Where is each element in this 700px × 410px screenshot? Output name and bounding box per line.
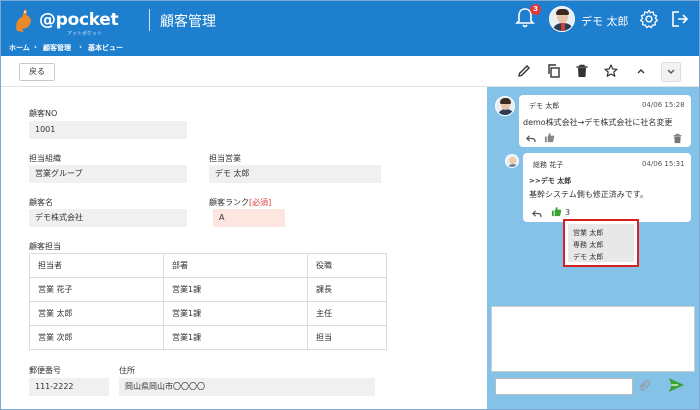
breadcrumb-separator: › [79, 43, 82, 51]
message-author-avatar [505, 154, 519, 168]
edit-pencil-icon[interactable] [516, 63, 532, 79]
customer-no-field[interactable]: 1001 [29, 121, 187, 139]
chevron-down-icon [667, 69, 675, 74]
send-icon[interactable] [667, 376, 685, 394]
breadcrumb-current: 基本ビュー [88, 44, 123, 52]
attach-paperclip-icon[interactable] [637, 379, 651, 393]
postal-field[interactable]: 111-2222 [29, 378, 109, 396]
delete-message-icon[interactable] [672, 133, 683, 144]
sales-label: 担当営業 [209, 154, 241, 163]
table-cell: 課長 [307, 277, 387, 302]
liker-name: デモ 太郎 [573, 253, 604, 261]
settings-gear-icon[interactable] [638, 8, 660, 30]
likers-popup: 営業 太郎 専務 太郎 デモ 太郎 [563, 219, 639, 267]
message-input[interactable] [495, 378, 633, 395]
message-time: 04/06 15:28 [642, 101, 685, 109]
table-row[interactable]: 営業 太郎 営業1課 主任 [29, 301, 387, 326]
logout-icon[interactable] [670, 9, 690, 29]
chevron-up-icon[interactable] [633, 63, 649, 79]
message-mention: >>デモ 太郎 [529, 177, 572, 185]
message-author-avatar [495, 96, 515, 116]
back-button[interactable]: 戻る [19, 63, 55, 81]
required-mark: [必須] [249, 198, 272, 207]
message-author: 総務 花子 [533, 161, 564, 169]
like-count[interactable]: 3 [565, 208, 570, 217]
reply-icon[interactable] [525, 133, 536, 144]
contacts-table: 担当者 部署 役職 営業 花子 営業1課 課長 営業 太郎 営業1課 主任 営業… [29, 253, 387, 350]
like-thumb-icon[interactable] [551, 206, 562, 217]
breadcrumb-separator: › [34, 43, 37, 51]
rank-label: 顧客ランク[必須] [209, 198, 272, 207]
table-cell: 営業 太郎 [29, 301, 164, 326]
app-title: 顧客管理 [160, 14, 216, 30]
contacts-label: 顧客担当 [29, 242, 61, 251]
message-text: demo株式会社→デモ株式会社に社名変更 [523, 118, 673, 127]
org-label: 担当組織 [29, 154, 61, 163]
address-label: 住所 [119, 366, 135, 375]
table-header-cell: 担当者 [29, 253, 164, 278]
reply-icon[interactable] [531, 208, 542, 219]
table-cell: 営業 次郎 [29, 325, 164, 350]
liker-name: 専務 太郎 [573, 241, 604, 249]
table-cell: 営業1課 [163, 301, 308, 326]
table-cell: 担当 [307, 325, 387, 350]
table-row[interactable]: 営業 次郎 営業1課 担当 [29, 325, 387, 350]
table-cell: 営業1課 [163, 277, 308, 302]
liker-name: 営業 太郎 [573, 229, 604, 237]
table-cell: 営業1課 [163, 325, 308, 350]
app-header: @pocket アットポケット 顧客管理 3 デモ 太郎 [1, 1, 699, 39]
app-logo[interactable]: @pocket アットポケット [11, 6, 119, 37]
brand-name: @pocket [39, 10, 119, 30]
breadcrumb-home[interactable]: ホーム [9, 43, 30, 53]
copy-icon[interactable] [546, 63, 562, 79]
message-compose-area[interactable] [491, 306, 695, 372]
table-header-row: 担当者 部署 役職 [29, 253, 387, 278]
like-thumb-icon[interactable] [544, 132, 555, 143]
header-divider [149, 9, 150, 31]
user-avatar[interactable] [549, 6, 575, 32]
record-toolbar [1, 56, 699, 87]
breadcrumb: ホーム › 顧客管理 › 基本ビュー [1, 39, 699, 56]
sales-field[interactable]: デモ 太郎 [209, 165, 381, 183]
rank-field[interactable]: A [213, 209, 285, 227]
message-time: 04/06 15:31 [642, 160, 685, 168]
user-name[interactable]: デモ 太郎 [581, 13, 629, 29]
customer-name-field[interactable]: デモ株式会社 [29, 209, 187, 227]
brand-subtitle: アットポケット [67, 31, 103, 37]
likers-list: 営業 太郎 専務 太郎 デモ 太郎 [568, 224, 634, 262]
delete-trash-icon[interactable] [574, 63, 590, 79]
table-header-cell: 部署 [163, 253, 308, 278]
message-text: 基幹システム側も修正済みです。 [529, 190, 648, 199]
favorite-star-icon[interactable] [603, 63, 619, 79]
app-window: @pocket アットポケット 顧客管理 3 デモ 太郎 ホーム › 顧客管理 … [0, 0, 700, 410]
customer-no-label: 顧客NO [29, 109, 58, 118]
postal-label: 郵便番号 [29, 366, 61, 375]
address-field[interactable]: 岡山県岡山市〇〇〇〇 [119, 378, 375, 396]
table-cell: 主任 [307, 301, 387, 326]
table-header-cell: 役職 [307, 253, 387, 278]
customer-name-label: 顧客名 [29, 198, 53, 207]
notification-badge: 3 [530, 4, 541, 15]
org-field[interactable]: 営業グループ [29, 165, 187, 183]
kangaroo-logo-icon [16, 9, 31, 32]
message-author: デモ 太郎 [529, 102, 560, 110]
breadcrumb-customer[interactable]: 顧客管理 [43, 43, 71, 53]
table-row[interactable]: 営業 花子 営業1課 課長 [29, 277, 387, 302]
table-cell: 営業 花子 [29, 277, 164, 302]
